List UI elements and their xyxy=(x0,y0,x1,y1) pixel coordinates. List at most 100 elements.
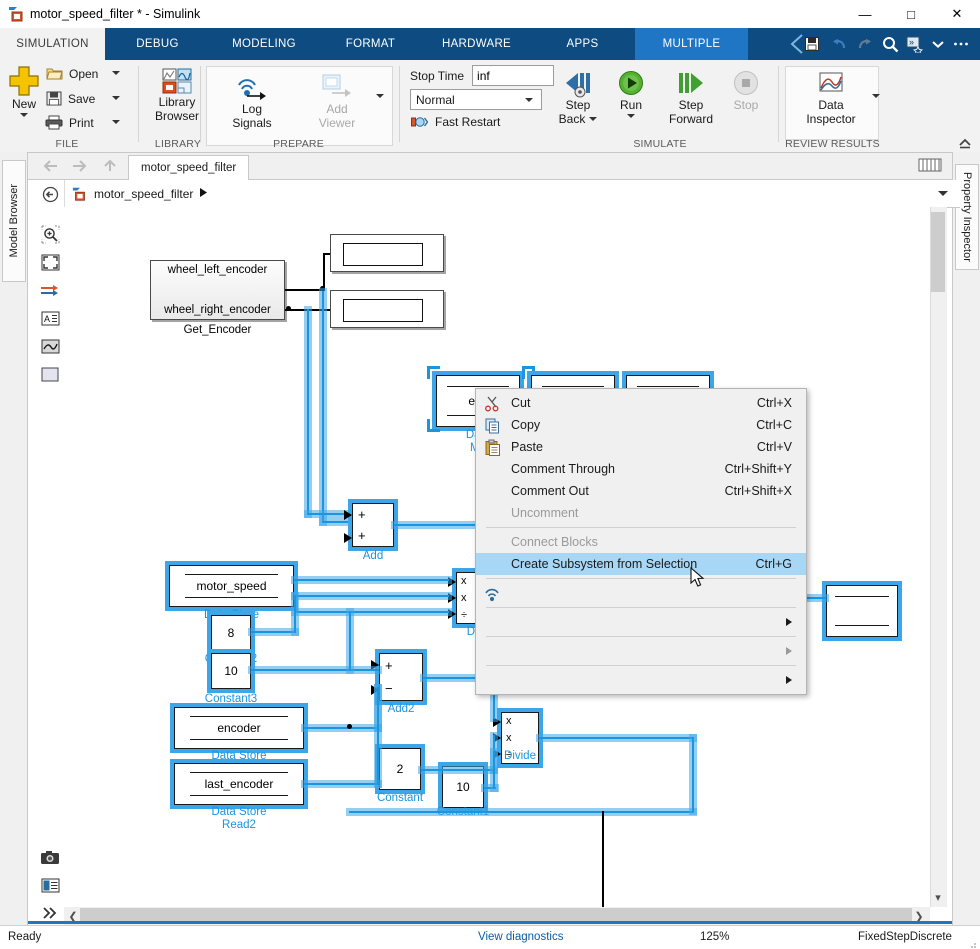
data-store-motor-speed[interactable]: motor_speed xyxy=(169,565,294,607)
maximize-button[interactable]: □ xyxy=(888,0,934,28)
wire-ms-to-divu-3 xyxy=(294,611,449,613)
stop-time-row: Stop Time xyxy=(410,65,555,86)
open-button[interactable]: Open xyxy=(46,66,98,81)
context-menu-item-log-selected-signals[interactable] xyxy=(476,582,806,604)
fast-restart-button[interactable]: Fast Restart xyxy=(411,115,500,129)
run-button[interactable]: Run xyxy=(608,70,654,118)
simulation-mode-select[interactable]: Normal xyxy=(410,89,542,110)
fit-to-view-icon[interactable] xyxy=(38,250,62,274)
scroll-down-arrow[interactable]: ▾ xyxy=(931,889,945,905)
context-menu-item-comment-out[interactable]: Comment Out Ctrl+Shift+X xyxy=(476,480,806,502)
annotation-icon[interactable]: A xyxy=(38,306,62,330)
window-title: motor_speed_filter * - Simulink xyxy=(30,7,201,21)
status-solver[interactable]: FixedStepDiscrete xyxy=(858,931,952,943)
zoom-icon[interactable] xyxy=(38,222,62,246)
minimize-button[interactable]: — xyxy=(842,0,888,28)
tab-apps[interactable]: APPS xyxy=(530,28,635,60)
tab-multiple[interactable]: MULTIPLE xyxy=(635,28,748,60)
tab-debug[interactable]: DEBUG xyxy=(105,28,210,60)
tab-format[interactable]: FORMAT xyxy=(318,28,423,60)
save-icon[interactable] xyxy=(800,32,824,56)
signal-trace-icon[interactable] xyxy=(38,278,62,302)
data-store-write-top[interactable] xyxy=(330,234,444,272)
model-browser-tab[interactable]: Model Browser xyxy=(2,160,26,282)
chevron-down-icon[interactable] xyxy=(926,32,950,56)
subsystem-icon[interactable] xyxy=(38,362,62,386)
explore-back-icon[interactable] xyxy=(38,182,62,206)
library-browser-button[interactable]: Library Browser xyxy=(146,68,208,123)
data-store-read-encoder[interactable]: encoder xyxy=(174,707,304,749)
constant-block[interactable]: 2 xyxy=(379,748,421,790)
div-upper-op1: x xyxy=(461,575,467,588)
add-op2: + xyxy=(358,528,366,543)
selection-handle-2-tl[interactable] xyxy=(522,366,535,379)
add2-op2: − xyxy=(385,681,393,696)
context-menu-item-paste[interactable]: Paste Ctrl+V xyxy=(476,436,806,458)
new-button[interactable]: New xyxy=(3,65,45,117)
breadcrumb-dropdown-icon[interactable] xyxy=(938,191,948,196)
save-button[interactable]: Save xyxy=(46,91,95,106)
report-icon[interactable] xyxy=(38,873,62,897)
context-menu-label-comment-out: Comment Out xyxy=(511,484,589,498)
step-back-button[interactable]: Step Back xyxy=(552,70,604,126)
get-encoder-block[interactable]: wheel_left_encoder wheel_right_encoder xyxy=(150,260,285,320)
stop-time-label: Stop Time xyxy=(410,68,465,83)
constant2-block[interactable]: 8 xyxy=(211,615,251,651)
stop-time-input[interactable] xyxy=(472,65,555,86)
ribbon-group-simulate-label: SIMULATE xyxy=(633,138,687,150)
open-dropdown-icon[interactable] xyxy=(112,71,120,75)
vertical-scrollbar[interactable] xyxy=(930,207,947,907)
new-dropdown-icon[interactable] xyxy=(20,113,28,117)
context-menu-item-ccpp-code[interactable] xyxy=(476,669,806,691)
tab-hardware[interactable]: HARDWARE xyxy=(423,28,530,60)
arrow-divu-in3 xyxy=(448,609,456,619)
add2-block[interactable]: + − xyxy=(379,653,423,701)
more-options-icon[interactable] xyxy=(949,32,973,56)
data-store-read2[interactable]: last_encoder xyxy=(174,763,304,805)
step-back-dropdown-icon[interactable] xyxy=(589,117,598,121)
search-icon[interactable] xyxy=(878,32,902,56)
breadcrumb-label[interactable]: motor_speed_filter xyxy=(94,187,193,201)
constant3-block[interactable]: 10 xyxy=(211,653,251,689)
tab-modeling[interactable]: MODELING xyxy=(210,28,318,60)
favorites-icon[interactable]: » xyxy=(903,32,927,56)
camera-icon[interactable] xyxy=(38,845,62,869)
context-menu[interactable]: Cut Ctrl+X Copy Ctrl+C Paste Ctrl+V Comm… xyxy=(475,388,807,695)
context-menu-item-create-subsystem[interactable]: Create Subsystem from Selection Ctrl+G xyxy=(476,553,806,575)
context-menu-item-requirements xyxy=(476,640,806,662)
print-dropdown-icon[interactable] xyxy=(112,120,120,124)
review-results-dropdown-icon[interactable] xyxy=(872,94,880,116)
redo-icon[interactable] xyxy=(852,32,876,56)
constant1-block[interactable]: 10 xyxy=(442,766,484,808)
context-menu-item-comment-through[interactable]: Comment Through Ctrl+Shift+Y xyxy=(476,458,806,480)
status-view-diagnostics[interactable]: View diagnostics xyxy=(478,931,563,943)
vertical-scrollbar-thumb[interactable] xyxy=(931,212,945,292)
print-button[interactable]: Print xyxy=(45,115,94,130)
add2-label: Add2 xyxy=(387,703,415,715)
context-menu-item-cut[interactable]: Cut Ctrl+X xyxy=(476,392,806,414)
selection-handle-tl[interactable] xyxy=(427,366,440,379)
prepare-gallery-dropdown-icon[interactable] xyxy=(376,94,384,116)
data-store-write-bottom[interactable] xyxy=(330,290,444,328)
add-block[interactable]: + + xyxy=(352,503,394,547)
status-zoom-level[interactable]: 125% xyxy=(700,931,729,943)
data-store-write-right[interactable] xyxy=(826,585,898,637)
context-menu-item-copy[interactable]: Copy Ctrl+C xyxy=(476,414,806,436)
resize-grip[interactable] xyxy=(967,939,977,949)
run-dropdown-icon[interactable] xyxy=(627,114,635,118)
data-inspector-button[interactable]: Data Inspector xyxy=(793,72,869,126)
step-forward-button[interactable]: Step Forward xyxy=(660,70,722,126)
context-menu-item-format[interactable] xyxy=(476,611,806,633)
close-button[interactable]: ✕ xyxy=(934,0,980,28)
wire-enc-read xyxy=(304,727,379,729)
save-dropdown-icon[interactable] xyxy=(112,96,120,100)
get-encoder-port1-label: wheel_left_encoder xyxy=(167,264,268,276)
undo-icon[interactable] xyxy=(827,32,851,56)
model-tab[interactable]: motor_speed_filter xyxy=(128,155,250,180)
open-button-label: Open xyxy=(69,66,99,81)
scope-icon[interactable] xyxy=(38,334,62,358)
title-bar: motor_speed_filter * - Simulink — □ ✕ xyxy=(0,0,980,28)
tab-simulation[interactable]: SIMULATION xyxy=(0,28,105,60)
grid-view-icon[interactable] xyxy=(918,158,942,174)
log-signals-button[interactable]: Log Signals xyxy=(222,72,282,130)
